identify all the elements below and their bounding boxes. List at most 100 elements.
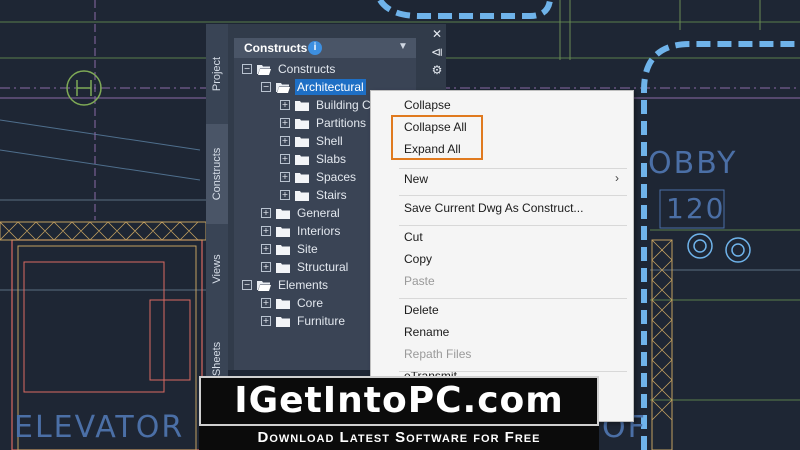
tree-node-label: Spaces [316, 170, 357, 184]
tree-node[interactable]: + Building C [280, 96, 373, 114]
tab-views[interactable]: Views [206, 224, 228, 315]
folder-icon [295, 100, 309, 111]
tree-node[interactable]: + Furniture [261, 312, 347, 330]
room-name-label: OBBY [648, 146, 738, 181]
tree-node[interactable]: + Site [261, 240, 320, 258]
tree-node-label: Architectural [295, 79, 366, 95]
room-number-label: 120 [666, 192, 726, 225]
tree-node[interactable]: + Core [261, 294, 325, 312]
info-icon[interactable]: i [308, 41, 322, 55]
tree-node-label: Furniture [297, 314, 346, 328]
close-icon[interactable]: ✕ [428, 26, 446, 42]
tree-node-label: Site [297, 242, 318, 256]
tree-node-label: Core [297, 296, 324, 310]
expand-toggle-icon[interactable]: + [280, 172, 290, 182]
menu-item[interactable]: New [404, 169, 428, 189]
tree-node-label: Elements [278, 278, 329, 292]
menu-separator [399, 168, 627, 169]
expand-toggle-icon[interactable]: + [261, 298, 271, 308]
tab-project-label: Project [211, 56, 223, 92]
tree-node[interactable]: + Partitions [280, 114, 368, 132]
expand-toggle-icon[interactable]: + [261, 262, 271, 272]
folder-icon [295, 118, 309, 129]
tree-node[interactable]: + Shell [280, 132, 345, 150]
open-folder-icon [276, 82, 290, 93]
tree-node-label: Constructs [278, 62, 336, 76]
folder-icon [276, 316, 290, 327]
menu-item: Repath Files [404, 347, 472, 361]
folder-icon [276, 208, 290, 219]
tab-sheets-label: Sheets [211, 341, 223, 377]
watermark-title: IGetIntoPC.com [234, 380, 564, 421]
expand-toggle-icon[interactable]: + [261, 226, 271, 236]
context-menu: Collapse Collapse All Expand All New Save Cu… [370, 90, 634, 422]
expand-toggle-icon[interactable]: + [280, 136, 290, 146]
palette-tab-strip: Project Constructs Views Sheets [206, 24, 228, 405]
tree-node-label: Interiors [297, 224, 341, 238]
folder-icon [295, 136, 309, 147]
menu-separator [399, 195, 627, 196]
tree-node-label: General [297, 206, 340, 220]
menu-item[interactable]: Collapse [404, 95, 451, 115]
menu-item[interactable]: Delete [404, 300, 439, 320]
tree-node[interactable]: − Architectural [261, 78, 366, 96]
tree-node-label: Slabs [316, 152, 347, 166]
menu-item[interactable]: Cut [404, 227, 423, 247]
folder-icon [276, 244, 290, 255]
tree-node[interactable]: − Elements [242, 276, 330, 294]
menu-separator [399, 298, 627, 299]
open-folder-icon [257, 64, 271, 75]
folder-icon [276, 298, 290, 309]
tree-node[interactable]: + Spaces [280, 168, 358, 186]
watermark-banner: IGetIntoPC.com [199, 376, 599, 426]
panel-title: Constructs [244, 41, 308, 55]
submenu-arrow-icon: › [615, 171, 619, 185]
tab-project[interactable]: Project [206, 24, 228, 125]
open-folder-icon [257, 280, 271, 291]
menu-item[interactable]: Expand All [404, 139, 461, 159]
watermark-subtitle: Download Latest Software for Free [257, 429, 541, 446]
collapse-toggle-icon[interactable]: − [261, 82, 271, 92]
tab-constructs[interactable]: Constructs [206, 124, 228, 225]
tree-node-label: Building C [316, 98, 371, 112]
menu-separator [399, 225, 627, 226]
expand-toggle-icon[interactable]: + [261, 244, 271, 254]
constructs-header: Constructs i ▼ [234, 38, 416, 58]
tree-node[interactable]: − Constructs [242, 60, 337, 78]
tree-node[interactable]: + Interiors [261, 222, 342, 240]
menu-separator [399, 371, 627, 372]
expand-toggle-icon[interactable]: + [280, 100, 290, 110]
tree-node-label: Stairs [316, 188, 347, 202]
tree-node[interactable]: + Slabs [280, 150, 348, 168]
chevron-down-icon[interactable]: ▼ [398, 41, 408, 52]
tree-node-label: Shell [316, 134, 343, 148]
folder-icon [276, 262, 290, 273]
menu-item: Paste [404, 274, 435, 288]
tree-node-label: Partitions [316, 116, 367, 130]
tree-node[interactable]: + Stairs [280, 186, 349, 204]
expand-toggle-icon[interactable]: + [280, 154, 290, 164]
tab-constructs-label: Constructs [211, 147, 223, 201]
watermark-subtitle-bar: Download Latest Software for Free [199, 426, 599, 450]
collapse-toggle-icon[interactable]: − [242, 64, 252, 74]
tab-views-label: Views [211, 254, 223, 284]
expand-toggle-icon[interactable]: + [280, 118, 290, 128]
folder-icon [295, 172, 309, 183]
tree-node-label: Structural [297, 260, 349, 274]
tree-node[interactable]: + General [261, 204, 342, 222]
menu-item[interactable]: Collapse All [404, 117, 467, 137]
folder-icon [295, 154, 309, 165]
menu-item[interactable]: Rename [404, 322, 449, 342]
folder-icon [276, 226, 290, 237]
expand-toggle-icon[interactable]: + [261, 316, 271, 326]
settings-icon[interactable]: ⚙ [428, 62, 446, 78]
menu-item[interactable]: Save Current Dwg As Construct... [404, 198, 583, 218]
auto-hide-icon[interactable]: ⧏ [428, 44, 446, 60]
expand-toggle-icon[interactable]: + [261, 208, 271, 218]
collapse-toggle-icon[interactable]: − [242, 280, 252, 290]
elevator-label: ELEVATOR [14, 410, 185, 445]
menu-item[interactable]: Copy [404, 249, 432, 269]
folder-icon [295, 190, 309, 201]
tree-node[interactable]: + Structural [261, 258, 350, 276]
expand-toggle-icon[interactable]: + [280, 190, 290, 200]
